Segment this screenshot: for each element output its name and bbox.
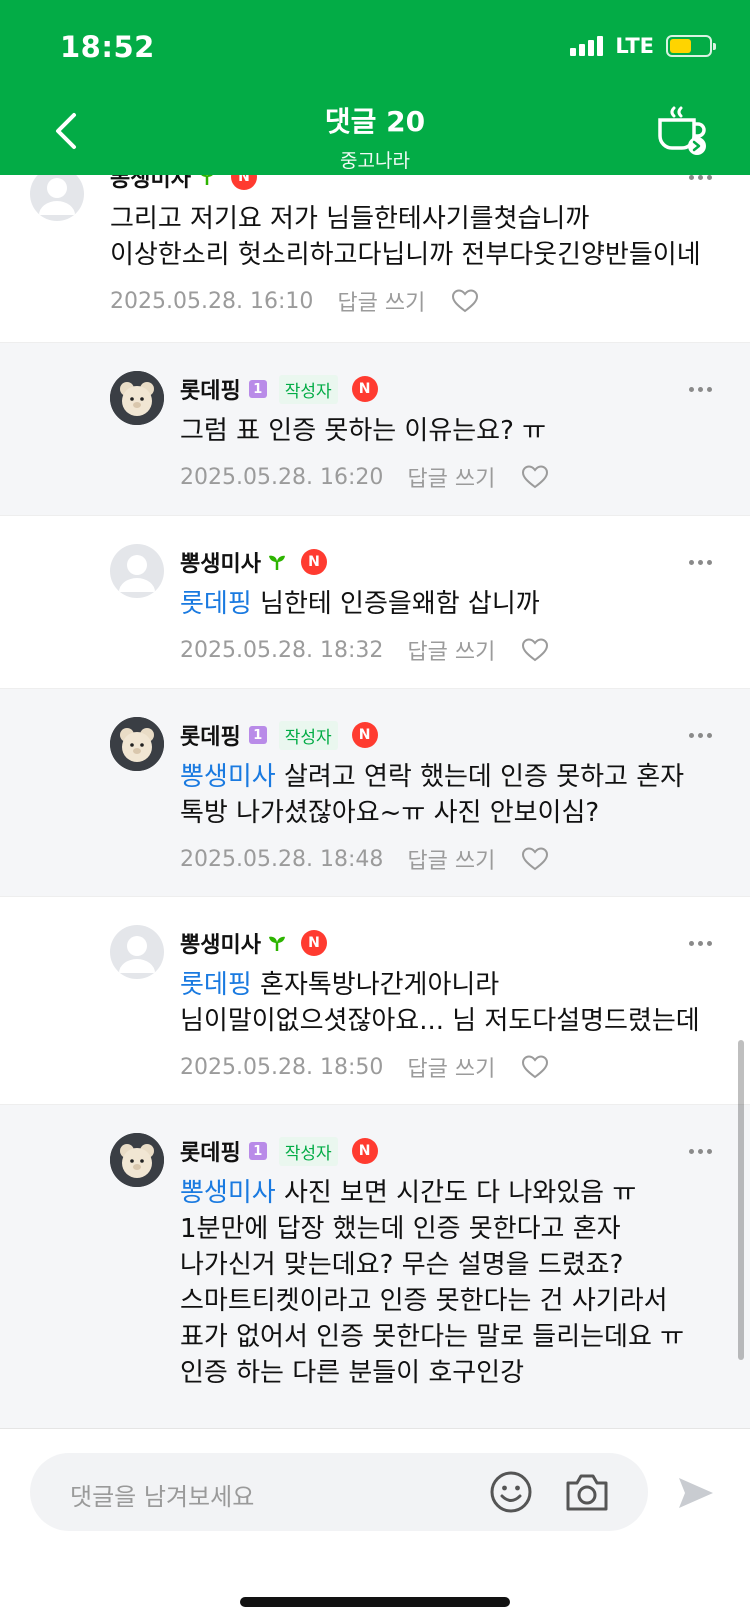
network-label: LTE	[615, 34, 654, 58]
comment-nickname[interactable]: 롯데핑	[180, 719, 241, 751]
mention-link[interactable]: 뽕생미사	[180, 762, 276, 792]
cafe-shortcut-button[interactable]	[654, 104, 708, 158]
comment-text-content: 사진 보면 시간도 다 나와있음 ㅠ 1분만에 답장 했는데 인증 못한다고 혼…	[180, 1178, 685, 1388]
comment-nickname[interactable]: 뽕생미사	[110, 175, 191, 193]
smile-icon	[490, 1471, 532, 1513]
avatar[interactable]	[30, 175, 84, 221]
naver-n-badge: N	[300, 930, 327, 956]
level-badge: 1	[248, 380, 267, 398]
comment-input-placeholder: 댓글을 남겨보세요	[70, 1483, 255, 1511]
comment-nickname[interactable]: 뽕생미사	[180, 927, 261, 959]
heart-icon[interactable]	[521, 1054, 549, 1080]
comment-date: 2025.05.28. 18:50	[180, 1054, 384, 1080]
comment-text-content: 혼자톡방나간게아니라 님이말이없으셧잖아요... 님 저도다설명드렸는데	[180, 970, 700, 1036]
default-avatar-icon	[39, 178, 75, 215]
status-indicators: LTE	[570, 34, 716, 58]
comment-item: 롯데핑 1 작성자 N 뽕생미사 사진 보면 시간도 다 나와있음 ㅠ 1분만에…	[0, 1105, 750, 1428]
home-indicator	[240, 1597, 510, 1607]
status-time: 18:52	[60, 30, 155, 64]
comment-text: 그리고 저기요 저가 님들한테사기를쳣습니까 이상한소리 헛소리하고다닙니까 전…	[110, 201, 712, 273]
comment-text-content: 님한테 인증을왜함 삽니까	[251, 589, 540, 619]
reply-button[interactable]: 답글 쓰기	[407, 843, 495, 875]
avatar[interactable]	[110, 544, 164, 598]
cup-arrow-icon	[658, 106, 706, 155]
avatar[interactable]	[110, 925, 164, 979]
comment-item: 뽕생미사 N 롯데핑 혼자톡방나간게아니라 님이말이없으셧잖아요... 님 저도…	[0, 897, 750, 1105]
comment-list[interactable]: 뽕생미사 N 그리고 저기요 저가 님들한테사기를쳣습니까 이상한소리 헛소리하…	[0, 175, 750, 1428]
comment-date: 2025.05.28. 18:48	[180, 846, 384, 872]
sprout-icon	[267, 552, 287, 572]
more-options-icon[interactable]	[689, 559, 712, 565]
avatar[interactable]	[110, 717, 164, 771]
heart-icon[interactable]	[521, 846, 549, 872]
more-options-icon[interactable]	[689, 1148, 712, 1154]
more-options-icon[interactable]	[689, 175, 712, 180]
author-badge: 작성자	[278, 720, 338, 750]
naver-n-badge: N	[351, 1138, 378, 1164]
naver-n-badge: N	[300, 549, 327, 575]
mention-link[interactable]: 뽕생미사	[180, 1178, 276, 1208]
comment-text: 롯데핑 혼자톡방나간게아니라 님이말이없으셧잖아요... 님 저도다설명드렸는데	[180, 967, 712, 1039]
scrollbar[interactable]	[738, 1040, 744, 1360]
comment-item: 롯데핑 1 작성자 N 뽕생미사 살려고 연락 했는데 인증 못하고 혼자 톡방…	[0, 689, 750, 897]
comment-text: 그럼 표 인증 못하는 이유는요? ㅠ	[180, 413, 712, 449]
comment-date: 2025.05.28. 18:32	[180, 637, 384, 663]
send-button[interactable]	[676, 1473, 716, 1513]
comment-text: 롯데핑 님한테 인증을왜함 삽니까	[180, 586, 712, 622]
app-header: 18:52 LTE 댓글 20 중고나라	[0, 0, 750, 175]
avatar[interactable]	[110, 1133, 164, 1187]
naver-n-badge: N	[351, 722, 378, 748]
sprout-icon	[267, 933, 287, 953]
comment-item: 롯데핑 1 작성자 N 그럼 표 인증 못하는 이유는요? ㅠ 2025.05.…	[0, 343, 750, 516]
heart-icon[interactable]	[521, 464, 549, 490]
mention-link[interactable]: 롯데핑	[180, 589, 252, 619]
level-badge: 1	[248, 726, 267, 744]
bear-avatar-icon	[110, 717, 164, 771]
more-options-icon[interactable]	[689, 732, 712, 738]
comment-text-content: 그리고 저기요 저가 님들한테사기를쳣습니까 이상한소리 헛소리하고다닙니까 전…	[110, 204, 701, 270]
comment-nickname[interactable]: 롯데핑	[180, 373, 241, 405]
reply-button[interactable]: 답글 쓰기	[407, 1051, 495, 1083]
page-subtitle: 중고나라	[340, 150, 410, 172]
heart-icon[interactable]	[521, 637, 549, 663]
comment-text-content: 그럼 표 인증 못하는 이유는요? ㅠ	[180, 416, 547, 446]
comment-item: 뽕생미사 N 그리고 저기요 저가 님들한테사기를쳣습니까 이상한소리 헛소리하…	[0, 175, 750, 343]
reply-button[interactable]: 답글 쓰기	[407, 634, 495, 666]
camera-icon	[566, 1474, 608, 1511]
camera-button[interactable]	[564, 1471, 610, 1513]
comment-input-bar: 댓글을 남겨보세요	[0, 1428, 750, 1623]
sprout-icon	[197, 175, 217, 187]
comment-nickname[interactable]: 뽕생미사	[180, 546, 261, 578]
comment-text: 뽕생미사 살려고 연락 했는데 인증 못하고 혼자 톡방 나가셨잖아요~ㅠ 사진…	[180, 759, 712, 831]
avatar[interactable]	[110, 371, 164, 425]
comment-item: 뽕생미사 N 롯데핑 님한테 인증을왜함 삽니까 2025.05.28. 18:…	[0, 516, 750, 689]
comment-input[interactable]: 댓글을 남겨보세요	[30, 1453, 648, 1531]
naver-n-badge: N	[351, 376, 378, 402]
author-badge: 작성자	[278, 374, 338, 404]
naver-n-badge: N	[230, 175, 257, 190]
signal-icon	[570, 36, 604, 56]
bear-avatar-icon	[110, 371, 164, 425]
page-title: 댓글 20	[324, 105, 426, 138]
more-options-icon[interactable]	[689, 386, 712, 392]
reply-button[interactable]: 답글 쓰기	[337, 285, 425, 317]
default-avatar-icon	[119, 555, 155, 592]
emoji-button[interactable]	[488, 1469, 534, 1515]
level-badge: 1	[248, 1142, 267, 1160]
reply-button[interactable]: 답글 쓰기	[407, 461, 495, 493]
header-title-group: 댓글 20 중고나라	[0, 100, 750, 173]
comment-text: 뽕생미사 사진 보면 시간도 다 나와있음 ㅠ 1분만에 답장 했는데 인증 못…	[180, 1175, 712, 1391]
comment-nickname[interactable]: 롯데핑	[180, 1135, 241, 1167]
battery-icon	[666, 35, 716, 57]
send-icon	[679, 1478, 713, 1508]
comment-date: 2025.05.28. 16:10	[110, 288, 314, 314]
mention-link[interactable]: 롯데핑	[180, 970, 252, 1000]
author-badge: 작성자	[278, 1136, 338, 1166]
default-avatar-icon	[119, 936, 155, 973]
bear-avatar-icon	[110, 1133, 164, 1187]
more-options-icon[interactable]	[689, 940, 712, 946]
heart-icon[interactable]	[451, 288, 479, 314]
comment-date: 2025.05.28. 16:20	[180, 464, 384, 490]
